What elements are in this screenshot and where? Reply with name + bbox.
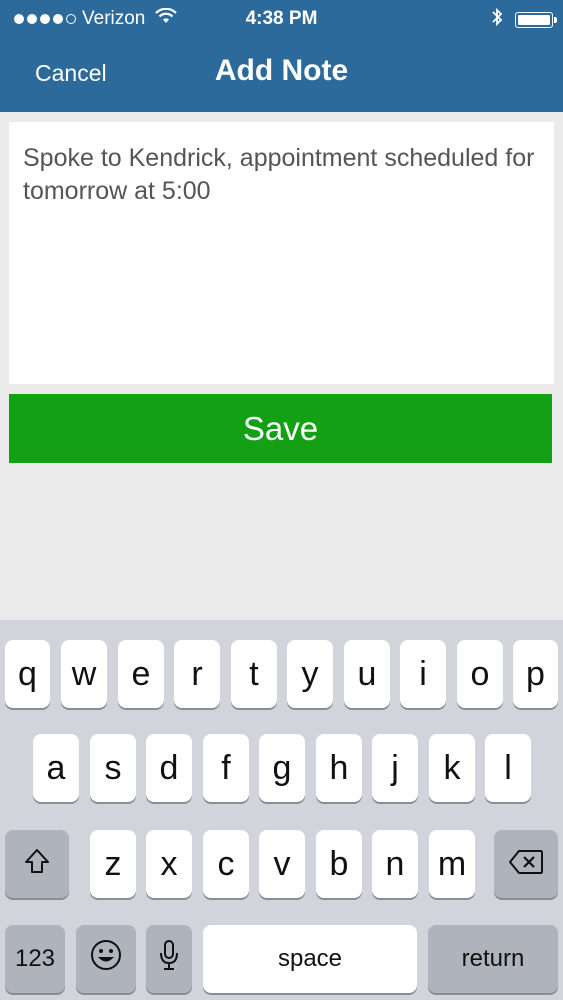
numbers-key[interactable]: 123 <box>5 925 65 993</box>
key-z[interactable]: z <box>90 830 136 898</box>
navigation-header: Verizon 4:38 PM Cancel Add Note <box>0 0 563 112</box>
key-x[interactable]: x <box>146 830 192 898</box>
bluetooth-icon <box>491 7 503 32</box>
status-time: 4:38 PM <box>245 8 318 29</box>
key-a[interactable]: a <box>33 734 79 802</box>
backspace-icon <box>508 845 544 884</box>
key-w[interactable]: w <box>61 640 107 708</box>
key-p[interactable]: p <box>513 640 558 708</box>
key-j[interactable]: j <box>372 734 418 802</box>
key-q[interactable]: q <box>5 640 50 708</box>
page-title: Add Note <box>214 54 349 87</box>
key-n[interactable]: n <box>372 830 418 898</box>
key-o[interactable]: o <box>457 640 503 708</box>
key-t[interactable]: t <box>231 640 277 708</box>
shift-key[interactable] <box>5 830 69 898</box>
key-g[interactable]: g <box>259 734 305 802</box>
key-k[interactable]: k <box>429 734 475 802</box>
emoji-key[interactable] <box>76 925 136 993</box>
status-bar: Verizon 4:38 PM <box>0 0 563 38</box>
microphone-icon <box>159 939 179 980</box>
key-v[interactable]: v <box>259 830 305 898</box>
note-textarea[interactable]: Spoke to Kendrick, appointment scheduled… <box>9 122 554 384</box>
key-y[interactable]: y <box>287 640 333 708</box>
key-i[interactable]: i <box>400 640 446 708</box>
key-r[interactable]: r <box>174 640 220 708</box>
key-c[interactable]: c <box>203 830 249 898</box>
key-b[interactable]: b <box>316 830 362 898</box>
key-f[interactable]: f <box>203 734 249 802</box>
emoji-icon <box>89 938 123 981</box>
keyboard: q w e r t y u i o p a s d f g h j k l z … <box>0 620 563 1000</box>
status-right <box>491 7 557 32</box>
key-d[interactable]: d <box>146 734 192 802</box>
key-h[interactable]: h <box>316 734 362 802</box>
dictation-key[interactable] <box>146 925 192 993</box>
shift-icon <box>23 845 51 884</box>
key-e[interactable]: e <box>118 640 164 708</box>
space-key[interactable]: space <box>203 925 417 993</box>
save-button[interactable]: Save <box>9 394 552 463</box>
battery-icon <box>515 11 557 28</box>
key-u[interactable]: u <box>344 640 390 708</box>
return-key[interactable]: return <box>428 925 558 993</box>
key-l[interactable]: l <box>485 734 531 802</box>
key-s[interactable]: s <box>90 734 136 802</box>
delete-key[interactable] <box>494 830 558 898</box>
key-m[interactable]: m <box>429 830 475 898</box>
